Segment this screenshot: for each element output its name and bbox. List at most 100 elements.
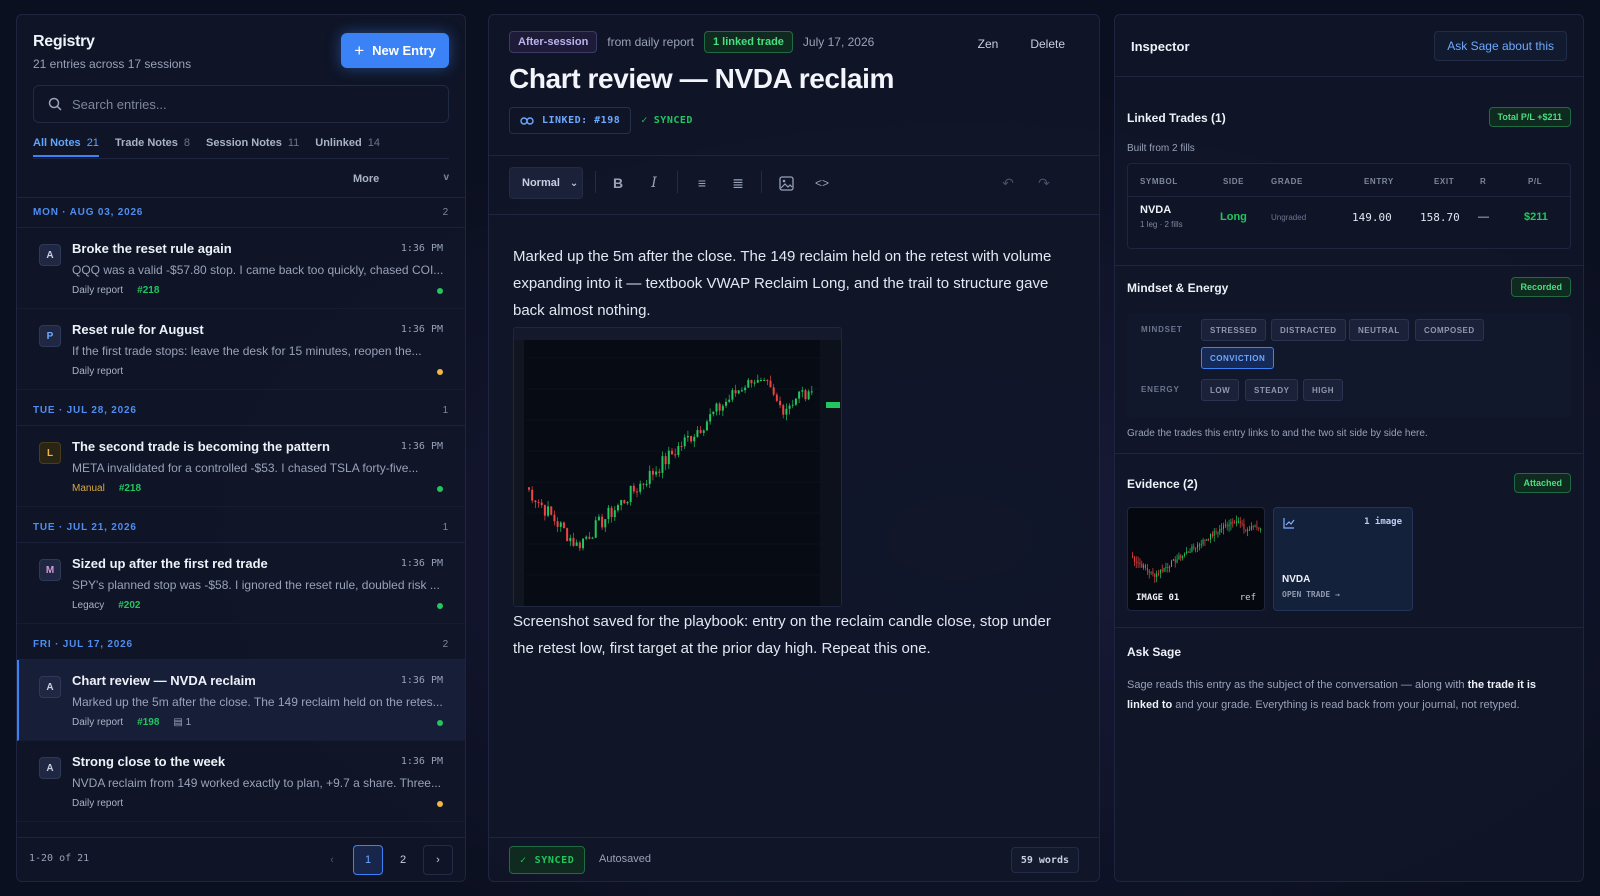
tab-trade-notes[interactable]: Trade Notes 8 bbox=[115, 137, 190, 157]
bold-icon[interactable]: B bbox=[607, 172, 629, 194]
next-page-button[interactable]: › bbox=[423, 845, 453, 875]
candle bbox=[721, 403, 724, 417]
mindset-option-conviction[interactable]: CONVICTION bbox=[1201, 347, 1275, 369]
mindset-title: Mindset & Energy bbox=[1127, 281, 1229, 295]
candle bbox=[1208, 538, 1210, 542]
linked-trade-badge[interactable]: 1 linked trade bbox=[704, 31, 793, 53]
candle bbox=[1226, 521, 1228, 531]
session-badge: After-session bbox=[509, 31, 598, 53]
italic-icon[interactable]: I bbox=[643, 172, 665, 194]
list-item[interactable]: L The second trade is becoming the patte… bbox=[17, 426, 465, 507]
candle bbox=[1197, 542, 1198, 553]
candle bbox=[601, 513, 604, 530]
pagination-range: 1-20 of 21 bbox=[29, 853, 90, 864]
list-item[interactable]: A Broke the reset rule again 1:36 PM QQQ… bbox=[17, 228, 465, 309]
numbered-list-icon[interactable]: ≣ bbox=[727, 172, 749, 194]
plus-icon: + bbox=[354, 40, 365, 60]
evidence-image-thumbnail[interactable]: IMAGE 01 ref bbox=[1127, 507, 1265, 611]
candle bbox=[1159, 569, 1161, 579]
footer-sync-label: SYNCED bbox=[534, 854, 575, 866]
mindset-option-stressed[interactable]: STRESSED bbox=[1201, 319, 1267, 341]
format-toolbar: Normal ⌄ B I ≡ ≣ <> ↶ ↷ bbox=[489, 155, 1099, 215]
candle bbox=[594, 516, 597, 539]
linked-trade-chip[interactable]: LINKED: #198 bbox=[509, 107, 632, 134]
chevron-left-icon: ‹ bbox=[330, 854, 334, 866]
undo-icon[interactable]: ↶ bbox=[997, 172, 1019, 194]
candle bbox=[788, 403, 791, 415]
entry-title[interactable]: Chart review — NVDA reclaim bbox=[509, 63, 894, 95]
open-trade-link[interactable]: OPEN TRADE → bbox=[1282, 590, 1340, 599]
entry-title: Strong close to the week bbox=[72, 754, 226, 769]
list-item[interactable]: P Reset rule for August 1:36 PM If the f… bbox=[17, 309, 465, 390]
entry-body-paragraph[interactable]: Marked up the 5m after the close. The 14… bbox=[513, 243, 1073, 324]
candle bbox=[1260, 527, 1262, 533]
evidence-trade-card[interactable]: 1 image NVDA OPEN TRADE → bbox=[1273, 507, 1413, 611]
block-format-select[interactable]: Normal ⌄ bbox=[509, 167, 583, 199]
search-box[interactable] bbox=[33, 85, 449, 123]
candle bbox=[696, 426, 699, 438]
tab-count: 8 bbox=[183, 137, 191, 149]
candle bbox=[1189, 548, 1191, 554]
zen-button[interactable]: Zen bbox=[978, 37, 999, 51]
candle bbox=[1237, 517, 1239, 524]
redo-icon[interactable]: ↷ bbox=[1033, 172, 1055, 194]
candle bbox=[1161, 564, 1163, 573]
trade-symbol: NVDA bbox=[1140, 204, 1172, 216]
tab-unlinked[interactable]: Unlinked 14 bbox=[315, 137, 380, 157]
candle bbox=[667, 446, 670, 470]
tab-all-notes[interactable]: All Notes 21 bbox=[33, 137, 99, 157]
col-header-symbol: SYMBOL bbox=[1140, 177, 1178, 186]
list-item-selected[interactable]: A Chart review — NVDA reclaim 1:36 PM Ma… bbox=[17, 660, 465, 741]
candle bbox=[725, 398, 728, 409]
image-icon[interactable] bbox=[775, 172, 797, 194]
candle bbox=[1193, 543, 1195, 551]
energy-option-low[interactable]: LOW bbox=[1201, 379, 1240, 401]
mindset-selector: MINDSET STRESSED DISTRACTED NEUTRAL COMP… bbox=[1127, 313, 1571, 417]
col-header-side: SIDE bbox=[1223, 177, 1245, 186]
word-count: 59 words bbox=[1010, 847, 1079, 873]
candle bbox=[651, 468, 654, 481]
candle bbox=[626, 500, 629, 506]
bullet-list-icon[interactable]: ≡ bbox=[691, 172, 713, 194]
tab-session-notes[interactable]: Session Notes 11 bbox=[206, 137, 299, 157]
section-divider bbox=[1115, 265, 1583, 266]
code-icon[interactable]: <> bbox=[811, 172, 833, 194]
candle bbox=[1243, 518, 1245, 534]
prev-page-button[interactable]: ‹ bbox=[317, 845, 347, 875]
trade-legs: 1 leg · 2 fills bbox=[1140, 220, 1183, 229]
status-dot bbox=[437, 603, 443, 609]
day-count: 2 bbox=[442, 207, 449, 218]
trade-grade[interactable]: Ungraded bbox=[1271, 213, 1306, 222]
entry-time: 1:36 PM bbox=[400, 324, 443, 335]
candle bbox=[1135, 556, 1137, 569]
check-circle-icon: ✓ bbox=[641, 115, 648, 126]
delete-button[interactable]: Delete bbox=[1030, 37, 1065, 51]
evidence-image-count: 1 image bbox=[1364, 517, 1402, 527]
trade-side: Long bbox=[1220, 211, 1247, 223]
entry-trade-tag: #198 bbox=[137, 717, 160, 728]
search-input[interactable] bbox=[72, 96, 432, 112]
new-entry-button[interactable]: + New Entry bbox=[341, 33, 449, 68]
list-item[interactable]: M Sized up after the first red trade 1:3… bbox=[17, 543, 465, 624]
mindset-option-distracted[interactable]: DISTRACTED bbox=[1271, 319, 1346, 341]
chart-screenshot[interactable] bbox=[513, 327, 842, 607]
list-item[interactable]: A Strong close to the week 1:36 PM NVDA … bbox=[17, 741, 465, 822]
sync-label: SYNCED bbox=[653, 115, 693, 126]
mindset-option-neutral[interactable]: NEUTRAL bbox=[1349, 319, 1409, 341]
candle bbox=[683, 434, 686, 449]
page-button-1[interactable]: 1 bbox=[353, 845, 383, 875]
tab-count: 21 bbox=[86, 137, 99, 149]
candle bbox=[639, 480, 642, 495]
candle bbox=[1169, 565, 1171, 573]
mindset-option-composed[interactable]: COMPOSED bbox=[1415, 319, 1484, 341]
ask-sage-button[interactable]: Ask Sage about this bbox=[1434, 31, 1567, 61]
energy-option-high[interactable]: HIGH bbox=[1303, 379, 1343, 401]
candle bbox=[661, 451, 664, 479]
toolbar-divider bbox=[761, 171, 762, 193]
entry-date: July 17, 2026 bbox=[802, 35, 875, 49]
tab-label: Unlinked bbox=[315, 137, 362, 149]
page-button-2[interactable]: 2 bbox=[388, 845, 418, 875]
entry-body-paragraph-2[interactable]: Screenshot saved for the playbook: entry… bbox=[513, 608, 1073, 662]
entry-snippet: Marked up the 5m after the close. The 14… bbox=[72, 695, 443, 709]
energy-option-steady[interactable]: STEADY bbox=[1245, 379, 1299, 401]
